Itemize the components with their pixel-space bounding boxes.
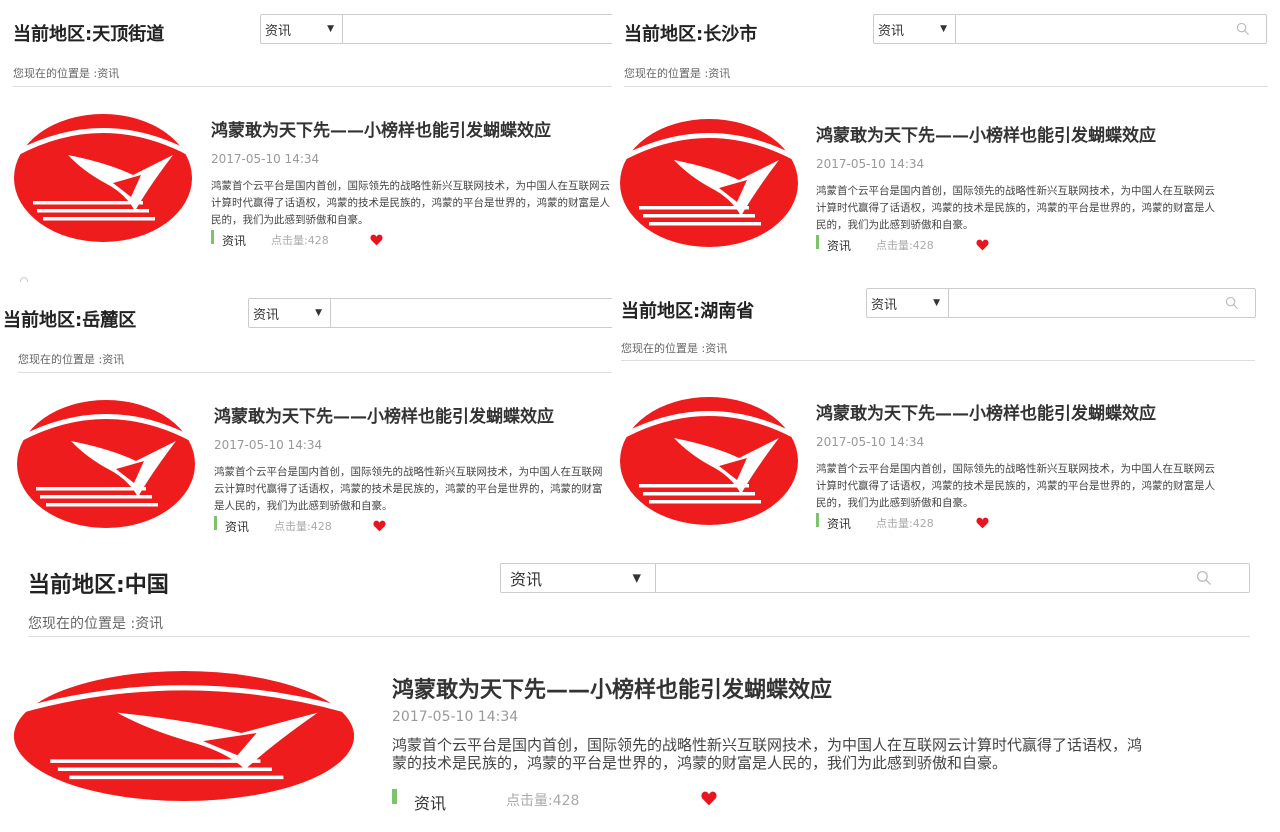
article-date: 2017-05-10 14:34 <box>816 435 925 449</box>
logo <box>16 399 196 529</box>
search-bar[interactable]: 资讯 ▼ <box>873 14 1267 44</box>
article-title[interactable]: 鸿蒙敢为天下先——小榜样也能引发蝴蝶效应 <box>816 399 1156 424</box>
region-title: 当前地区:长沙市 <box>624 24 758 45</box>
article-title[interactable]: 鸿蒙敢为天下先——小榜样也能引发蝴蝶效应 <box>214 402 554 427</box>
heart-icon[interactable] <box>373 520 386 532</box>
tag-marker <box>816 235 819 249</box>
chevron-down-icon: ▼ <box>315 308 322 318</box>
category-select[interactable]: 资讯 ▼ <box>874 15 956 43</box>
article-date: 2017-05-10 14:34 <box>392 709 519 725</box>
divider <box>13 86 612 87</box>
category-select-value: 资讯 <box>878 23 905 39</box>
category-select[interactable]: 资讯 ▼ <box>249 299 331 327</box>
breadcrumb: 您现在的位置是 :资讯 <box>28 616 164 632</box>
breadcrumb: 您现在的位置是 :资讯 <box>621 342 728 355</box>
tag-marker <box>816 513 819 527</box>
logo <box>619 396 799 526</box>
heart-icon[interactable] <box>370 234 383 246</box>
tag-label[interactable]: 资讯 <box>225 518 249 535</box>
region-title: 当前地区:天顶街道 <box>13 24 165 45</box>
breadcrumb: 您现在的位置是 :资讯 <box>624 67 731 80</box>
search-icon[interactable] <box>1225 296 1239 310</box>
search-icon[interactable] <box>1193 570 1215 586</box>
click-count: 点击量:428 <box>271 234 329 247</box>
chevron-down-icon: ▼ <box>933 298 940 308</box>
article-title[interactable]: 鸿蒙敢为天下先——小榜样也能引发蝴蝶效应 <box>211 116 551 141</box>
search-bar[interactable]: 资讯 ▼ <box>500 563 1250 593</box>
heart-icon[interactable] <box>976 517 989 529</box>
category-select-value: 资讯 <box>265 23 292 39</box>
search-bar[interactable]: 资讯 ▼ <box>260 14 612 44</box>
click-count: 点击量:428 <box>876 517 934 530</box>
category-select-value: 资讯 <box>871 297 898 313</box>
article-summary: 鸿蒙首个云平台是国内首创，国际领先的战略性新兴互联网技术，为中国人在互联网云计算… <box>211 180 610 226</box>
click-count: 点击量:428 <box>876 239 934 252</box>
region-title: 当前地区:湖南省 <box>621 301 755 322</box>
article-summary: 鸿蒙首个云平台是国内首创，国际领先的战略性新兴互联网技术，为中国人在互联网云计算… <box>214 466 603 512</box>
breadcrumb: 您现在的位置是 :资讯 <box>13 67 120 80</box>
panel-tianding: 当前地区:天顶街道 资讯 ▼ 您现在的位置是 :资讯 鸿蒙敢为天下先——小榜样也… <box>0 0 612 282</box>
divider <box>621 360 1255 361</box>
category-select-value: 资讯 <box>253 307 280 323</box>
breadcrumb: 您现在的位置是 :资讯 <box>18 353 125 366</box>
click-count: 点击量:428 <box>506 793 580 809</box>
article-date: 2017-05-10 14:34 <box>214 438 323 452</box>
chevron-down-icon: ▼ <box>327 24 334 34</box>
tag-label[interactable]: 资讯 <box>222 232 246 249</box>
chevron-down-icon: ▼ <box>632 571 641 585</box>
click-count: 点击量:428 <box>274 520 332 533</box>
divider <box>28 636 1250 637</box>
category-select-value: 资讯 <box>510 570 543 589</box>
chevron-down-icon: ▼ <box>940 24 947 34</box>
category-select[interactable]: 资讯 ▼ <box>867 289 949 317</box>
tag-marker <box>211 230 214 244</box>
region-title: 当前地区:中国 <box>28 573 169 598</box>
panel-hunan: 当前地区:湖南省 资讯 ▼ 您现在的位置是 :资讯 鸿蒙敢为天下先——小榜样也能… <box>612 282 1280 540</box>
article-date: 2017-05-10 14:34 <box>816 157 925 171</box>
search-bar[interactable]: 资讯 ▼ <box>248 298 612 328</box>
panel-changsha: 当前地区:长沙市 资讯 ▼ 您现在的位置是 :资讯 鸿蒙敢为天下先——小榜样也能… <box>612 0 1280 282</box>
divider <box>18 372 612 373</box>
article-summary: 鸿蒙首个云平台是国内首创，国际领先的战略性新兴互联网技术，为中国人在互联网云计算… <box>816 185 1215 231</box>
search-icon[interactable] <box>1236 22 1250 36</box>
article-summary: 鸿蒙首个云平台是国内首创，国际领先的战略性新兴互联网技术，为中国人在互联网云计算… <box>816 463 1215 509</box>
heart-icon[interactable] <box>697 791 721 806</box>
category-select[interactable]: 资讯 ▼ <box>501 564 656 592</box>
article-summary: 鸿蒙首个云平台是国内首创，国际领先的战略性新兴互联网技术，为中国人在互联网云计算… <box>392 736 1143 772</box>
panel-yuelu: 当前地区:岳麓区 资讯 ▼ 您现在的位置是 :资讯 鸿蒙敢为天下先——小榜样也能… <box>0 282 612 540</box>
heart-icon[interactable] <box>976 239 989 251</box>
tag-label[interactable]: 资讯 <box>414 790 446 814</box>
article-title[interactable]: 鸿蒙敢为天下先——小榜样也能引发蝴蝶效应 <box>392 672 832 704</box>
logo <box>13 113 193 243</box>
article-date: 2017-05-10 14:34 <box>211 152 320 166</box>
logo <box>12 670 356 802</box>
search-bar[interactable]: 资讯 ▼ <box>866 288 1256 318</box>
divider <box>624 86 1268 87</box>
region-title: 当前地区:岳麓区 <box>3 310 137 331</box>
tag-marker <box>392 789 397 804</box>
tag-marker <box>214 516 217 530</box>
logo <box>619 118 799 248</box>
tag-label[interactable]: 资讯 <box>827 515 851 532</box>
panel-china: 当前地区:中国 资讯 ▼ 您现在的位置是 :资讯 鸿蒙敢为天下先——小榜样也能引… <box>0 540 1280 832</box>
category-select[interactable]: 资讯 ▼ <box>261 15 343 43</box>
tag-label[interactable]: 资讯 <box>827 237 851 254</box>
article-title[interactable]: 鸿蒙敢为天下先——小榜样也能引发蝴蝶效应 <box>816 121 1156 146</box>
